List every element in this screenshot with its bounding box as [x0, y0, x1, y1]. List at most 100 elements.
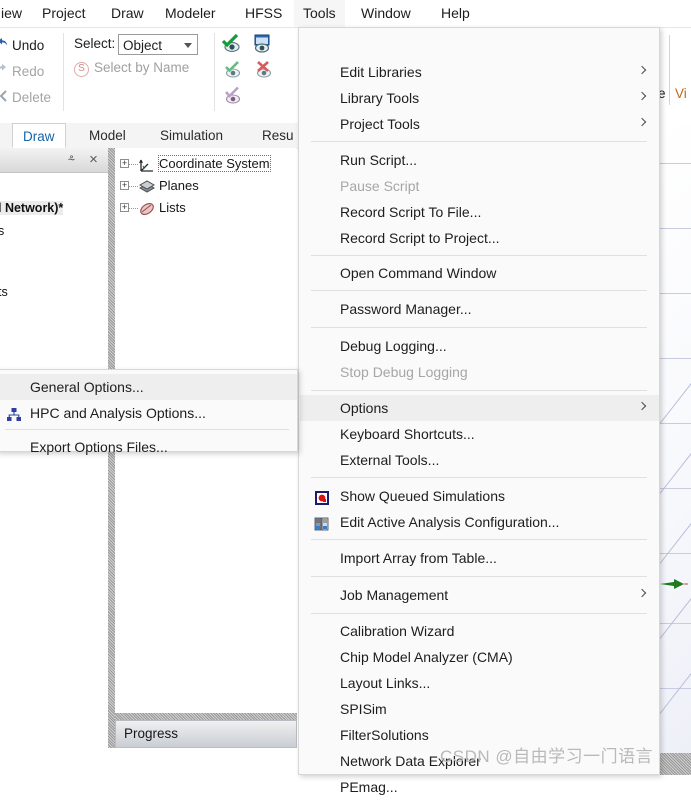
menu-item-calibration-wizard[interactable]: Calibration Wizard: [300, 618, 659, 644]
menu-item-open-command-window[interactable]: Open Command Window: [300, 260, 659, 286]
tab-model[interactable]: Model: [79, 123, 136, 148]
menu-item-label: Chip Model Analyzer (CMA): [340, 649, 513, 665]
menu-item-pemag[interactable]: PEmag...: [300, 774, 659, 800]
chevron-down-icon: [184, 43, 192, 48]
queued-simulations-icon: [314, 488, 330, 505]
tree-label: Planes: [159, 178, 199, 193]
chevron-right-icon: [637, 117, 647, 127]
undo-icon: [0, 36, 11, 53]
tree-label: Lists: [159, 200, 186, 215]
menu-item-label: Project Tools: [340, 116, 420, 132]
tab-draw[interactable]: Draw: [12, 123, 66, 148]
hpc-icon: [6, 405, 22, 421]
menu-item-export-options-files[interactable]: Export Options Files...: [0, 434, 297, 460]
tab-simulation[interactable]: Simulation: [150, 123, 233, 148]
menu-separator: [311, 290, 647, 291]
menubar-item-draw[interactable]: Draw: [102, 0, 153, 27]
menubar-item-window[interactable]: Window: [352, 0, 420, 27]
pin-icon[interactable]: ⸛: [63, 151, 80, 168]
menu-item-label: Password Manager...: [340, 301, 472, 317]
show-window-icon[interactable]: [251, 34, 271, 53]
menu-item-options[interactable]: Options: [300, 395, 659, 421]
undo-button[interactable]: Undo: [12, 33, 44, 59]
menubar-item-iew[interactable]: iew: [0, 0, 31, 27]
chevron-right-icon: [637, 91, 647, 101]
menu-item-label: Run Script...: [340, 152, 418, 168]
menu-item-label: Open Command Window: [340, 265, 497, 281]
menubar-item-help[interactable]: Help: [432, 0, 479, 27]
menubar-item-tools[interactable]: Tools: [294, 0, 345, 27]
menu-item-label: Record Script To File...: [340, 204, 482, 220]
menu-item-general-options[interactable]: General Options...: [0, 374, 297, 400]
menu-item-record-script-to-file[interactable]: Record Script To File...: [300, 199, 659, 225]
expand-icon[interactable]: +: [120, 181, 129, 190]
select-mode-combo[interactable]: Object: [118, 34, 198, 55]
delete-button[interactable]: Delete: [12, 85, 51, 111]
menu-item-label: PEmag...: [340, 779, 398, 795]
menu-item-spisim[interactable]: SPISim: [300, 696, 659, 722]
menu-item-debug-logging[interactable]: Debug Logging...: [300, 333, 659, 359]
hide-selection-icon[interactable]: [222, 60, 242, 78]
menubar-item-hfss[interactable]: HFSS: [236, 0, 291, 27]
menu-item-label: FilterSolutions: [340, 727, 429, 743]
redo-icon: [0, 62, 11, 79]
menu-bar: iew Project Draw Modeler HFSS Tools Window Help: [0, 0, 691, 28]
horizontal-splitter[interactable]: [115, 713, 297, 720]
menu-item-record-script-to-project[interactable]: Record Script to Project...: [300, 225, 659, 251]
menu-item-external-tools[interactable]: External Tools...: [300, 447, 659, 473]
right-bottom-splitter[interactable]: [660, 753, 691, 775]
menubar-item-modeler[interactable]: Modeler: [156, 0, 225, 27]
menu-item-stop-debug-logging[interactable]: Stop Debug Logging: [300, 359, 659, 385]
menu-item-show-queued-simulations[interactable]: Show Queued Simulations: [300, 483, 659, 509]
menu-item-label: HPC and Analysis Options...: [30, 405, 206, 421]
menu-item-label: Show Queued Simulations: [340, 488, 505, 504]
expand-icon[interactable]: +: [120, 203, 129, 212]
menu-item-pause-script[interactable]: Pause Script: [300, 173, 659, 199]
lists-icon: [138, 201, 156, 217]
show-all-icon[interactable]: [220, 33, 240, 53]
coordinate-system-icon: [138, 156, 156, 174]
viewport-background: [660, 123, 691, 753]
tools-dropdown-menu: Edit Libraries Library Tools Project Tools…: [298, 27, 660, 795]
progress-panel-header: Progress: [115, 720, 297, 748]
visibility-group: [220, 31, 290, 119]
hide-all-icon[interactable]: [253, 60, 273, 78]
tab-resu[interactable]: Resu: [252, 123, 304, 148]
redo-button[interactable]: Redo: [12, 59, 44, 85]
menu-item-keyboard-shortcuts[interactable]: Keyboard Shortcuts...: [300, 421, 659, 447]
menu-item-hpc-and-analysis-options[interactable]: HPC and Analysis Options...: [0, 400, 297, 426]
select-group: Select: Object S Select by Name: [70, 31, 220, 119]
dock-row-2: s: [0, 224, 5, 238]
menu-item-layout-links[interactable]: Layout Links...: [300, 670, 659, 696]
menu-item-edit-libraries[interactable]: Edit Libraries: [300, 59, 659, 85]
select-by-name-button[interactable]: Select by Name: [94, 60, 189, 75]
menu-separator: [311, 613, 647, 614]
menu-item-label: Stop Debug Logging: [340, 364, 468, 380]
menu-item-job-management[interactable]: Job Management: [300, 582, 659, 608]
expand-icon[interactable]: +: [120, 159, 129, 168]
menu-item-chip-model-analyzer-cma[interactable]: Chip Model Analyzer (CMA): [300, 644, 659, 670]
menu-item-label: Debug Logging...: [340, 338, 447, 354]
menu-item-library-tools[interactable]: Library Tools: [300, 85, 659, 111]
dock-header: ⸛ ×: [0, 148, 108, 173]
menu-item-run-script[interactable]: Run Script...: [300, 147, 659, 173]
3d-viewport[interactable]: n): [660, 123, 691, 753]
show-selection-icon[interactable]: [222, 86, 242, 104]
menu-item-import-array-from-table[interactable]: Import Array from Table...: [300, 545, 659, 571]
watermark-text: CSDN @自由学习一门语言: [440, 747, 654, 766]
menu-separator: [311, 539, 647, 540]
menu-separator: [5, 429, 289, 430]
menu-item-password-manager[interactable]: Password Manager...: [300, 296, 659, 322]
menu-item-project-tools[interactable]: Project Tools: [300, 111, 659, 137]
chevron-right-icon: [637, 401, 647, 411]
menu-separator: [311, 141, 647, 142]
menubar-item-project[interactable]: Project: [33, 0, 95, 27]
progress-panel-body: [115, 748, 297, 775]
close-icon[interactable]: ×: [85, 151, 102, 168]
axis-arrow-icon: [660, 578, 688, 590]
menu-item-label: SPISim: [340, 701, 387, 717]
menu-item-label: Import Array from Table...: [340, 550, 497, 566]
menu-item-edit-active-analysis-configuration[interactable]: Edit Active Analysis Configuration...: [300, 509, 659, 535]
menu-item-label: Keyboard Shortcuts...: [340, 426, 475, 442]
menu-separator: [311, 255, 647, 256]
